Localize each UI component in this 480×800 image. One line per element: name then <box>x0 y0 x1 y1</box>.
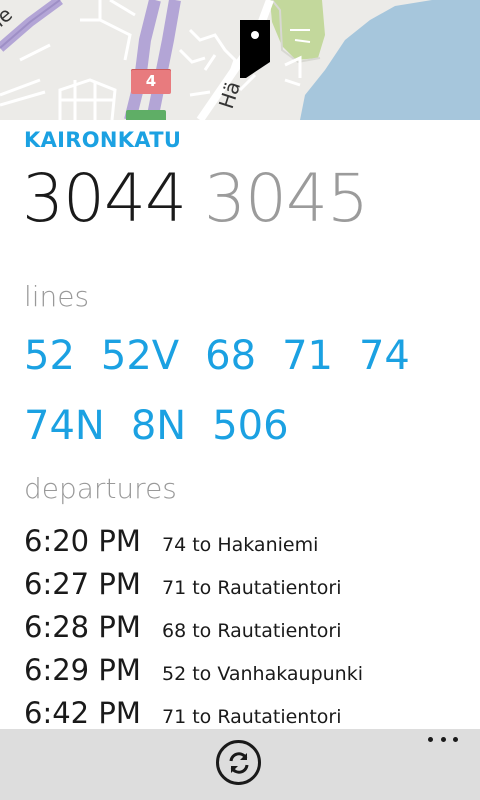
departure-destination: 52 to Vanhakaupunki <box>162 663 364 685</box>
refresh-button[interactable] <box>216 740 261 785</box>
more-options-button[interactable] <box>428 737 458 749</box>
departures-list: 6:20 PM 74 to Hakaniemi 6:27 PM 71 to Ra… <box>24 524 464 739</box>
departure-row[interactable]: 6:29 PM 52 to Vanhakaupunki <box>24 653 464 696</box>
more-icon <box>428 737 433 742</box>
line-item[interactable]: 71 <box>282 330 333 382</box>
departure-destination: 71 to Rautatientori <box>162 706 342 728</box>
line-item[interactable]: 68 <box>205 330 256 382</box>
line-item[interactable]: 52V <box>101 330 179 382</box>
map-green-marker <box>126 110 166 120</box>
more-icon <box>440 737 446 742</box>
stop-code-secondary[interactable]: 3045 <box>204 160 369 237</box>
departure-destination: 68 to Rautatientori <box>162 620 342 642</box>
more-icon <box>453 737 458 742</box>
departure-time: 6:20 PM <box>24 524 141 558</box>
stop-name: KAIRONKATU <box>24 128 182 152</box>
app-bar <box>0 729 480 800</box>
departure-time: 6:29 PM <box>24 653 141 687</box>
lines-list: 52 52V 68 71 74 74N 8N 506 <box>24 330 464 452</box>
line-item[interactable]: 506 <box>212 400 288 452</box>
refresh-icon <box>229 751 248 774</box>
departure-destination: 74 to Hakaniemi <box>162 534 319 556</box>
departure-row[interactable]: 6:20 PM 74 to Hakaniemi <box>24 524 464 567</box>
departure-time: 6:27 PM <box>24 567 141 601</box>
departure-time: 6:28 PM <box>24 610 141 644</box>
line-item[interactable]: 74N <box>24 400 105 452</box>
line-item[interactable]: 8N <box>131 400 186 452</box>
departure-row[interactable]: 6:28 PM 68 to Rautatientori <box>24 610 464 653</box>
departure-row[interactable]: 6:27 PM 71 to Rautatientori <box>24 567 464 610</box>
departure-time: 6:42 PM <box>24 696 141 730</box>
map-route-badge: 4 <box>131 69 171 94</box>
stop-codes: 3044 3045 <box>22 160 369 237</box>
departure-destination: 71 to Rautatientori <box>162 577 342 599</box>
stop-code-primary: 3044 <box>22 160 187 237</box>
line-item[interactable]: 52 <box>24 330 75 382</box>
map-view[interactable]: ie Hä 4 <box>0 0 480 120</box>
line-item[interactable]: 74 <box>359 330 410 382</box>
departures-section-title: departures <box>24 472 177 505</box>
location-pin-icon[interactable] <box>240 20 270 78</box>
lines-section-title: lines <box>24 280 90 313</box>
